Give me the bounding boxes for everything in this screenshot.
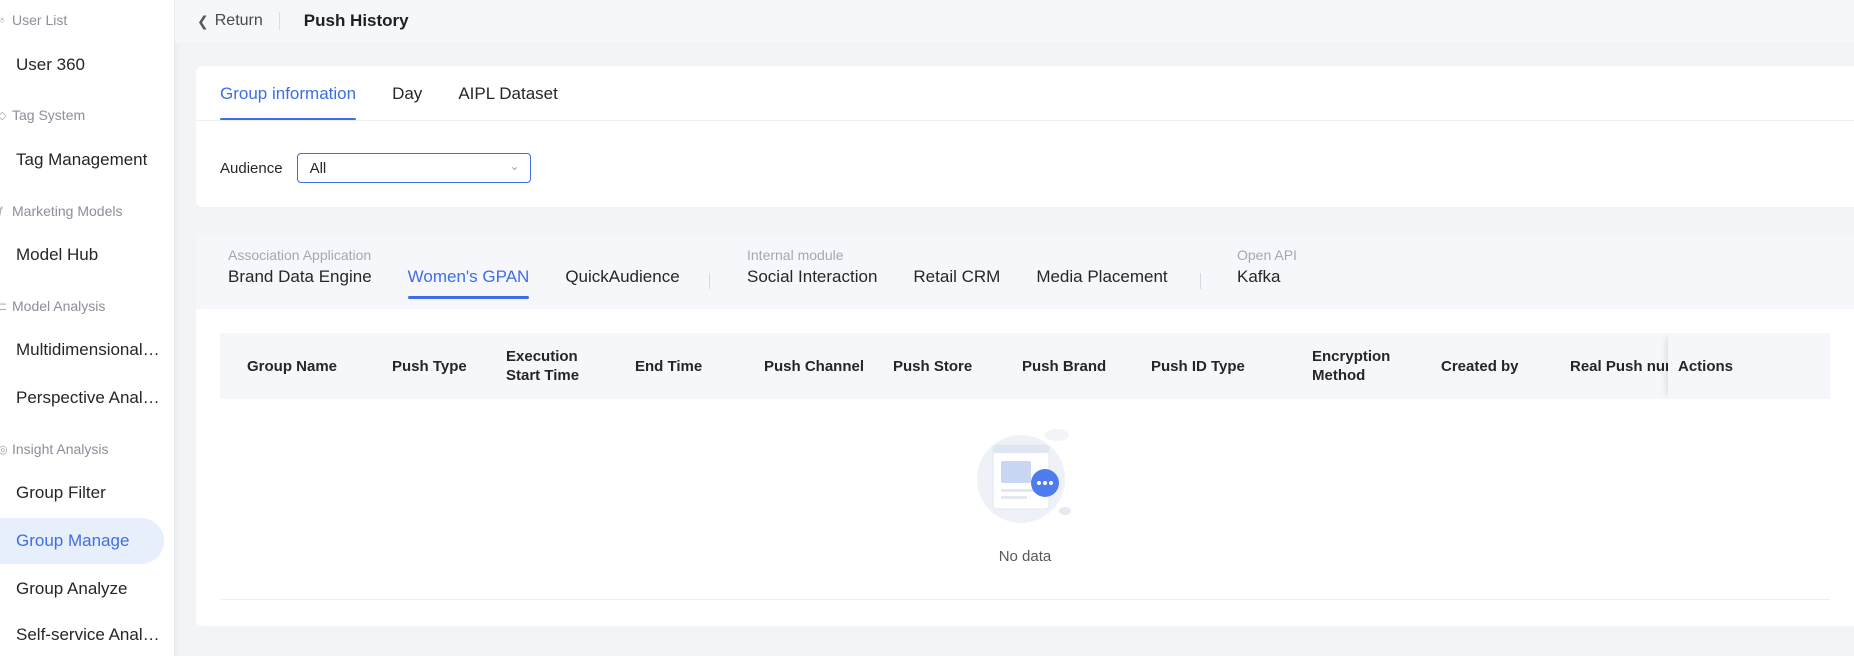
group-info-card: Group information Day AIPL Dataset Audie…	[196, 66, 1854, 207]
col-push-type[interactable]: Push Type	[392, 357, 467, 376]
col-encryption-method[interactable]: Encryption Method	[1312, 347, 1407, 385]
section-divider	[709, 273, 710, 289]
col-created-by[interactable]: Created by	[1441, 357, 1519, 376]
sidebar-item-perspective-analysis[interactable]: Perspective Analysis	[0, 375, 164, 421]
association-application-section: Association Application Brand Data Engin…	[228, 247, 716, 299]
sidebar-group-insight-analysis: ◎ Insight Analysis	[0, 441, 109, 457]
channel-tabs-bar: Association Application Brand Data Engin…	[196, 233, 1854, 309]
sidebar-group-tag-system: ◇ Tag System	[0, 107, 85, 123]
sidebar: ♁ User List User 360 ◇ Tag System Tag Ma…	[0, 0, 175, 656]
tab-brand-data-engine[interactable]: Brand Data Engine	[228, 267, 372, 299]
sidebar-item-group-manage[interactable]: Group Manage	[0, 518, 164, 564]
empty-text: No data	[998, 548, 1052, 565]
tab-kafka[interactable]: Kafka	[1237, 267, 1280, 299]
open-api-section: Open API Kafka	[1237, 247, 1316, 299]
chevron-left-icon: ❮	[197, 12, 209, 29]
section-divider	[1200, 273, 1201, 289]
sidebar-item-user-360[interactable]: User 360	[0, 42, 164, 88]
chevron-down-icon: ⌄	[509, 159, 520, 173]
col-real-push-num[interactable]: Real Push num	[1570, 357, 1670, 376]
empty-data-icon	[977, 429, 1071, 523]
main-tabs: Group information Day AIPL Dataset	[220, 80, 594, 121]
sidebar-group-user-list: ♁ User List	[0, 12, 67, 28]
model-icon: ƒ	[0, 205, 8, 217]
analysis-icon: ⊏	[0, 300, 8, 313]
tab-quickaudience[interactable]: QuickAudience	[565, 267, 679, 299]
tab-retail-crm[interactable]: Retail CRM	[913, 267, 1000, 299]
col-push-id-type[interactable]: Push ID Type	[1151, 357, 1245, 376]
sidebar-group-marketing-models: ƒ Marketing Models	[0, 203, 123, 219]
sidebar-group-model-analysis: ⊏ Model Analysis	[0, 298, 105, 314]
sidebar-item-group-analyze[interactable]: Group Analyze	[0, 566, 164, 612]
col-push-channel[interactable]: Push Channel	[764, 357, 864, 376]
push-history-card: Association Application Brand Data Engin…	[196, 233, 1854, 626]
internal-module-section: Internal module Social Interaction Retai…	[747, 247, 1204, 299]
col-group-name[interactable]: Group Name	[247, 357, 337, 376]
sidebar-item-tag-management[interactable]: Tag Management	[0, 137, 164, 183]
col-push-store[interactable]: Push Store	[893, 357, 972, 376]
col-push-brand[interactable]: Push Brand	[1022, 357, 1106, 376]
audience-filter: Audience All ⌄	[220, 153, 531, 183]
sidebar-item-self-service-analysis[interactable]: Self-service Analysis	[0, 612, 164, 656]
users-icon: ♁	[0, 14, 8, 26]
tag-icon: ◇	[0, 109, 8, 122]
internal-module-title: Internal module	[747, 247, 844, 263]
page-header: ❮ Return Push History	[175, 0, 1854, 42]
tab-social-interaction[interactable]: Social Interaction	[747, 267, 877, 299]
header-divider	[278, 12, 280, 30]
audience-select[interactable]: All ⌄	[296, 153, 531, 183]
open-api-title: Open API	[1237, 247, 1297, 263]
sidebar-item-multidimensional-analysis[interactable]: Multidimensional Analysis	[0, 327, 164, 373]
table-header: Group Name Push Type Execution Start Tim…	[220, 333, 1830, 399]
insight-icon: ◎	[0, 443, 8, 456]
col-execution-start-time[interactable]: Execution Start Time	[506, 347, 616, 385]
return-button[interactable]: ❮ Return	[197, 12, 263, 30]
tab-aipl-dataset[interactable]: AIPL Dataset	[458, 80, 558, 120]
audience-label: Audience	[220, 159, 283, 177]
page-title: Push History	[303, 11, 409, 30]
sidebar-item-group-filter[interactable]: Group Filter	[0, 470, 164, 516]
tab-media-placement[interactable]: Media Placement	[1036, 267, 1167, 299]
tab-womens-gpan[interactable]: Women's GPAN	[407, 267, 529, 299]
empty-state: No data	[220, 399, 1830, 600]
tab-group-information[interactable]: Group information	[220, 80, 357, 121]
col-end-time[interactable]: End Time	[635, 357, 702, 376]
col-actions: Actions	[1668, 333, 1830, 399]
audience-select-value: All	[309, 159, 327, 177]
association-application-title: Association Application	[228, 247, 372, 263]
tab-day[interactable]: Day	[392, 80, 422, 120]
tabs-divider	[196, 120, 1854, 121]
sidebar-item-model-hub[interactable]: Model Hub	[0, 232, 164, 278]
